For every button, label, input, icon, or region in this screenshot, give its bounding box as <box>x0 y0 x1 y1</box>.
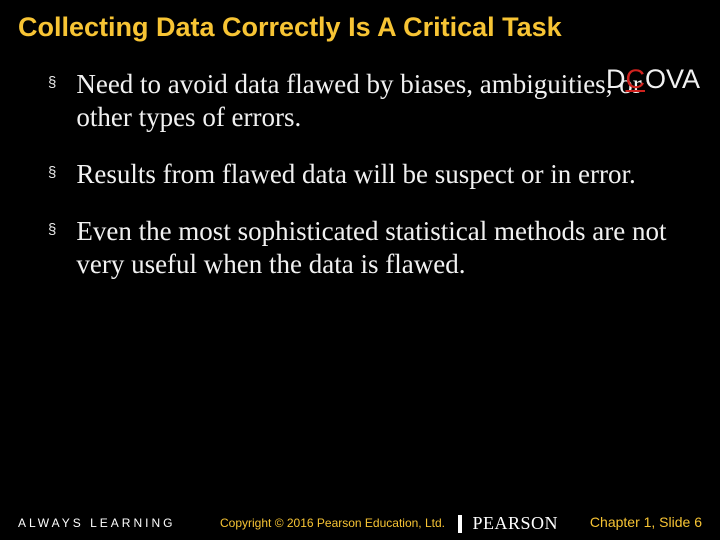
pearson-logo: PEARSON <box>452 513 558 534</box>
dcova-c: C <box>625 64 645 94</box>
slide-title: Collecting Data Correctly Is A Critical … <box>18 12 700 44</box>
dcova-ova: OVA <box>645 64 700 94</box>
slide: Collecting Data Correctly Is A Critical … <box>0 0 720 540</box>
always-learning-label: ALWAYS LEARNING <box>18 516 175 530</box>
pearson-text: PEARSON <box>472 513 558 534</box>
list-item: § Need to avoid data flawed by biases, a… <box>48 68 684 134</box>
copyright-label: Copyright © 2016 Pearson Education, Ltd. <box>220 516 445 530</box>
bullet-text: Need to avoid data flawed by biases, amb… <box>76 68 684 134</box>
footer: ALWAYS LEARNING Copyright © 2016 Pearson… <box>0 508 720 540</box>
list-item: § Results from flawed data will be suspe… <box>48 158 684 191</box>
dcova-label: DCOVA <box>606 64 700 95</box>
title-area: Collecting Data Correctly Is A Critical … <box>0 0 720 44</box>
list-item: § Even the most sophisticated statistica… <box>48 215 684 281</box>
pearson-bar-icon <box>452 515 468 533</box>
bullet-icon: § <box>48 68 56 98</box>
bullet-icon: § <box>48 158 56 188</box>
dcova-d: D <box>606 64 626 94</box>
slide-number: Chapter 1, Slide 6 <box>590 514 702 530</box>
bullet-icon: § <box>48 215 56 245</box>
bullet-text: Results from flawed data will be suspect… <box>76 158 635 191</box>
bullet-text: Even the most sophisticated statistical … <box>76 215 684 281</box>
